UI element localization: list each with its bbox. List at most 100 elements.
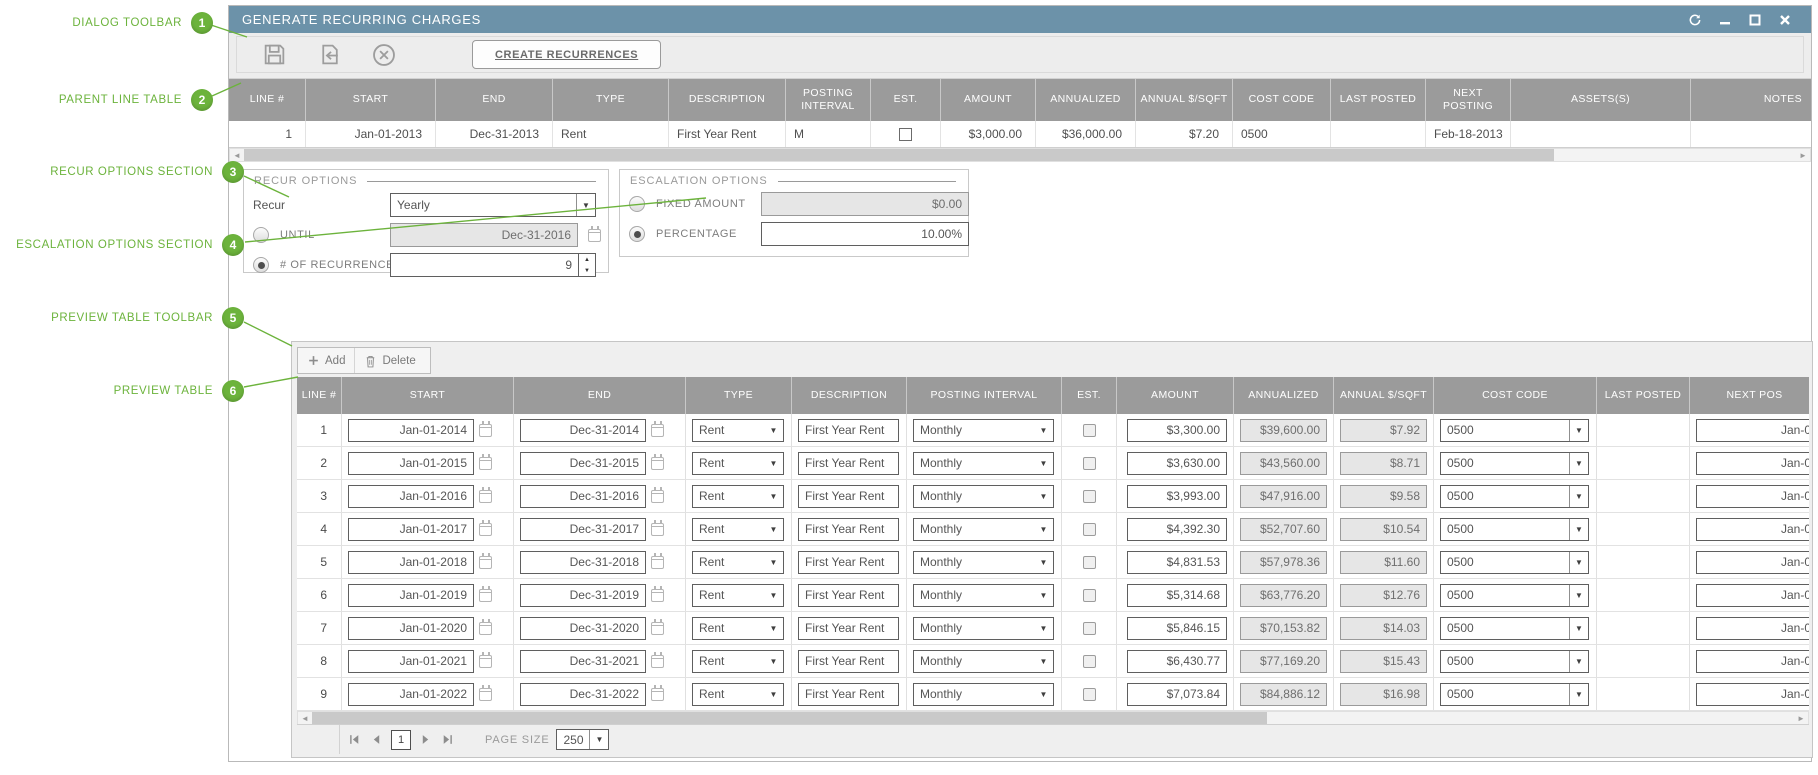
- preview-table-hscrollbar[interactable]: ◄ ►: [297, 711, 1809, 725]
- chevron-down-icon[interactable]: ▼: [764, 420, 783, 441]
- type-select[interactable]: Rent ▼: [692, 550, 784, 574]
- parent-table-hscrollbar[interactable]: ◄ ►: [229, 148, 1811, 162]
- export-icon[interactable]: [316, 42, 342, 68]
- calendar-icon[interactable]: [651, 420, 664, 437]
- chevron-down-icon[interactable]: ▼: [1569, 452, 1588, 474]
- scroll-left-icon[interactable]: ◄: [230, 149, 244, 161]
- until-radio[interactable]: [253, 227, 269, 243]
- chevron-down-icon[interactable]: ▼: [1569, 518, 1588, 540]
- table-row[interactable]: 5 Jan-01-2018 Dec-31-2018 Rent ▼ First Y…: [297, 546, 1809, 579]
- until-date-input[interactable]: Dec-31-2016: [390, 223, 578, 247]
- annual-sqft-input[interactable]: $12.76: [1340, 583, 1427, 607]
- chevron-down-icon[interactable]: ▼: [1569, 617, 1588, 639]
- chevron-down-icon[interactable]: ▼: [1034, 552, 1053, 573]
- est-checkbox[interactable]: [1082, 588, 1096, 602]
- table-row[interactable]: 2 Jan-01-2015 Dec-31-2015 Rent ▼ First Y…: [297, 447, 1809, 480]
- next-posting-input[interactable]: Jan-0: [1696, 649, 1809, 673]
- type-select[interactable]: Rent ▼: [692, 682, 784, 706]
- next-posting-input[interactable]: Jan-0: [1696, 550, 1809, 574]
- posting-interval-select[interactable]: Monthly ▼: [913, 649, 1054, 673]
- end-date-input[interactable]: Dec-31-2018: [520, 550, 646, 574]
- close-button[interactable]: [1776, 11, 1793, 28]
- start-date-input[interactable]: Jan-01-2015: [348, 451, 474, 475]
- end-date-input[interactable]: Dec-31-2014: [520, 418, 646, 442]
- est-checkbox[interactable]: [1082, 522, 1096, 536]
- recurrences-input[interactable]: 9 ▲ ▼: [390, 253, 596, 277]
- chevron-down-icon[interactable]: ▼: [1034, 486, 1053, 507]
- calendar-icon[interactable]: [479, 453, 492, 470]
- next-posting-input[interactable]: Jan-0: [1696, 484, 1809, 508]
- cost-code-select[interactable]: 0500 ▼: [1440, 616, 1589, 640]
- end-date-input[interactable]: Dec-31-2020: [520, 616, 646, 640]
- posting-interval-select[interactable]: Monthly ▼: [913, 451, 1054, 475]
- chevron-down-icon[interactable]: ▼: [1034, 651, 1053, 672]
- annualized-input[interactable]: $52,707.60: [1240, 517, 1327, 541]
- posting-interval-select[interactable]: Monthly ▼: [913, 484, 1054, 508]
- annualized-input[interactable]: $77,169.20: [1240, 649, 1327, 673]
- type-select[interactable]: Rent ▼: [692, 583, 784, 607]
- prev-page-button[interactable]: [368, 732, 384, 748]
- calendar-icon[interactable]: [479, 585, 492, 602]
- end-date-input[interactable]: Dec-31-2019: [520, 583, 646, 607]
- chevron-down-icon[interactable]: ▼: [764, 585, 783, 606]
- start-date-input[interactable]: Jan-01-2021: [348, 649, 474, 673]
- annual-sqft-input[interactable]: $10.54: [1340, 517, 1427, 541]
- amount-input[interactable]: $3,300.00: [1127, 418, 1227, 442]
- scroll-right-icon[interactable]: ►: [1794, 712, 1808, 724]
- posting-interval-select[interactable]: Monthly ▼: [913, 682, 1054, 706]
- delete-button[interactable]: Delete: [355, 348, 424, 373]
- est-checkbox[interactable]: [1082, 555, 1096, 569]
- description-input[interactable]: First Year Rent: [798, 616, 899, 640]
- calendar-icon[interactable]: [651, 519, 664, 536]
- cancel-icon[interactable]: [371, 42, 397, 68]
- start-date-input[interactable]: Jan-01-2017: [348, 517, 474, 541]
- chevron-down-icon[interactable]: ▼: [1569, 419, 1588, 441]
- annualized-input[interactable]: $47,916.00: [1240, 484, 1327, 508]
- recur-frequency-select[interactable]: Yearly ▼: [390, 193, 596, 217]
- description-input[interactable]: First Year Rent: [798, 484, 899, 508]
- posting-interval-select[interactable]: Monthly ▼: [913, 583, 1054, 607]
- page-size-select[interactable]: 250 ▼: [556, 729, 610, 750]
- chevron-down-icon[interactable]: ▼: [1034, 618, 1053, 639]
- end-date-input[interactable]: Dec-31-2022: [520, 682, 646, 706]
- scroll-left-icon[interactable]: ◄: [298, 712, 312, 724]
- amount-input[interactable]: $4,392.30: [1127, 517, 1227, 541]
- est-checkbox[interactable]: [1082, 456, 1096, 470]
- amount-input[interactable]: $5,846.15: [1127, 616, 1227, 640]
- annual-sqft-input[interactable]: $14.03: [1340, 616, 1427, 640]
- description-input[interactable]: First Year Rent: [798, 649, 899, 673]
- chevron-down-icon[interactable]: ▼: [1569, 650, 1588, 672]
- calendar-icon[interactable]: [651, 684, 664, 701]
- next-posting-input[interactable]: Jan-0: [1696, 451, 1809, 475]
- next-posting-input[interactable]: Jan-0: [1696, 682, 1809, 706]
- calendar-icon[interactable]: [588, 225, 601, 242]
- type-select[interactable]: Rent ▼: [692, 484, 784, 508]
- next-posting-input[interactable]: Jan-0: [1696, 517, 1809, 541]
- calendar-icon[interactable]: [479, 486, 492, 503]
- cost-code-select[interactable]: 0500 ▼: [1440, 649, 1589, 673]
- posting-interval-select[interactable]: Monthly ▼: [913, 517, 1054, 541]
- annual-sqft-input[interactable]: $16.98: [1340, 682, 1427, 706]
- table-row[interactable]: 4 Jan-01-2017 Dec-31-2017 Rent ▼ First Y…: [297, 513, 1809, 546]
- amount-input[interactable]: $4,831.53: [1127, 550, 1227, 574]
- cost-code-select[interactable]: 0500 ▼: [1440, 517, 1589, 541]
- calendar-icon[interactable]: [479, 651, 492, 668]
- chevron-down-icon[interactable]: ▼: [764, 453, 783, 474]
- calendar-icon[interactable]: [651, 651, 664, 668]
- minimize-button[interactable]: [1716, 11, 1733, 28]
- table-row[interactable]: 8 Jan-01-2021 Dec-31-2021 Rent ▼ First Y…: [297, 645, 1809, 678]
- amount-input[interactable]: $3,993.00: [1127, 484, 1227, 508]
- calendar-icon[interactable]: [651, 585, 664, 602]
- start-date-input[interactable]: Jan-01-2022: [348, 682, 474, 706]
- table-row[interactable]: 1 Jan-01-2013 Dec-31-2013 Rent First Yea…: [229, 121, 1811, 148]
- chevron-down-icon[interactable]: ▼: [1569, 485, 1588, 507]
- annualized-input[interactable]: $70,153.82: [1240, 616, 1327, 640]
- annualized-input[interactable]: $39,600.00: [1240, 418, 1327, 442]
- annualized-input[interactable]: $84,886.12: [1240, 682, 1327, 706]
- table-row[interactable]: 9 Jan-01-2022 Dec-31-2022 Rent ▼ First Y…: [297, 678, 1809, 711]
- table-row[interactable]: 6 Jan-01-2019 Dec-31-2019 Rent ▼ First Y…: [297, 579, 1809, 612]
- cost-code-select[interactable]: 0500 ▼: [1440, 583, 1589, 607]
- est-checkbox[interactable]: [1082, 687, 1096, 701]
- type-select[interactable]: Rent ▼: [692, 418, 784, 442]
- calendar-icon[interactable]: [479, 552, 492, 569]
